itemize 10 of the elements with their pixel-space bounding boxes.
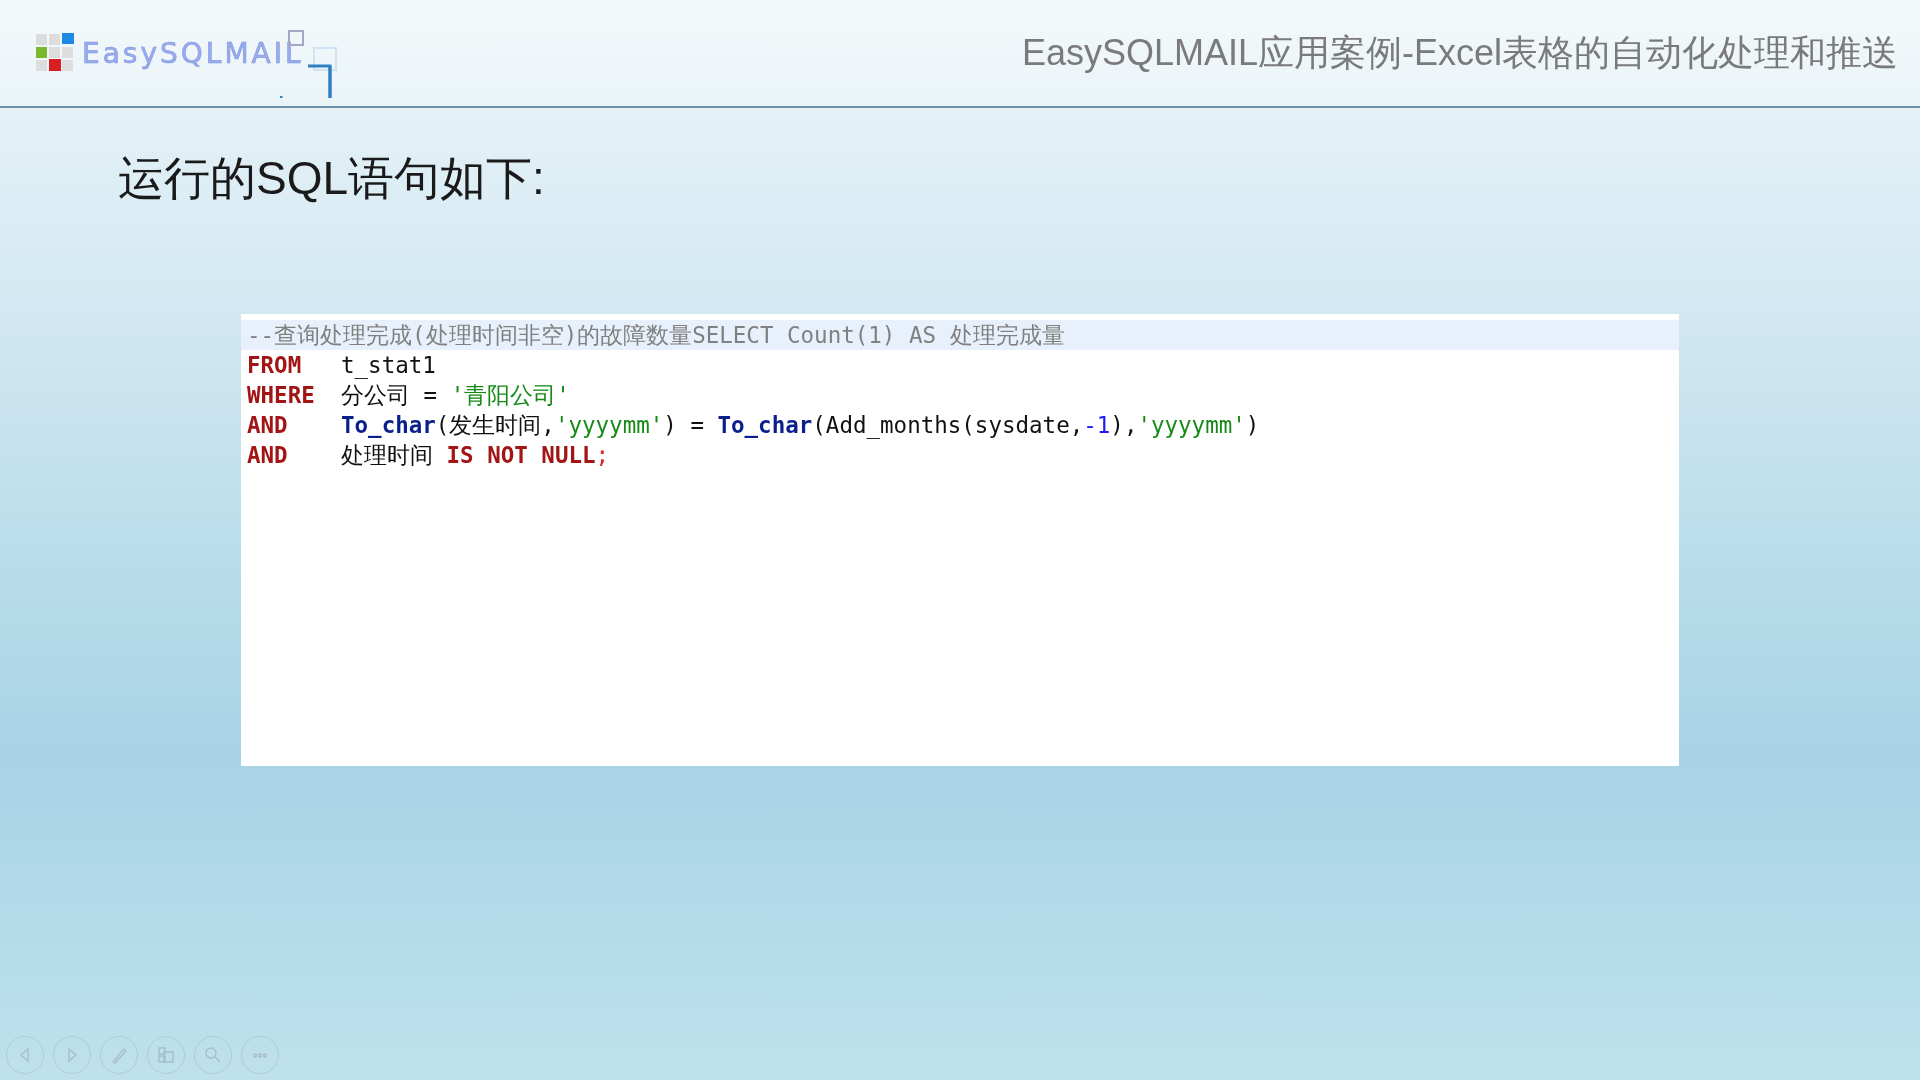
code-line: AND 处理时间 IS NOT NULL; xyxy=(246,441,611,470)
more-icon xyxy=(253,1052,267,1058)
slides-grid-icon xyxy=(155,1044,177,1066)
code-line: AND To_char(发生时间,'yyyymm') = To_char(Add_months(sysdate,-1),'yyyymm') xyxy=(246,411,1261,440)
slide-heading: 运行的SQL语句如下: xyxy=(118,151,546,206)
code-line: FROM t_stat1 xyxy=(246,351,437,380)
logo-text: EasySQLMAIL xyxy=(82,36,304,70)
slide-title: EasySQLMAIL应用案例-Excel表格的自动化处理和推送 xyxy=(1021,30,1898,75)
code-line: WHERE 分公司 = '青阳公司' xyxy=(246,381,571,410)
cubes-logo-icon xyxy=(34,32,76,74)
